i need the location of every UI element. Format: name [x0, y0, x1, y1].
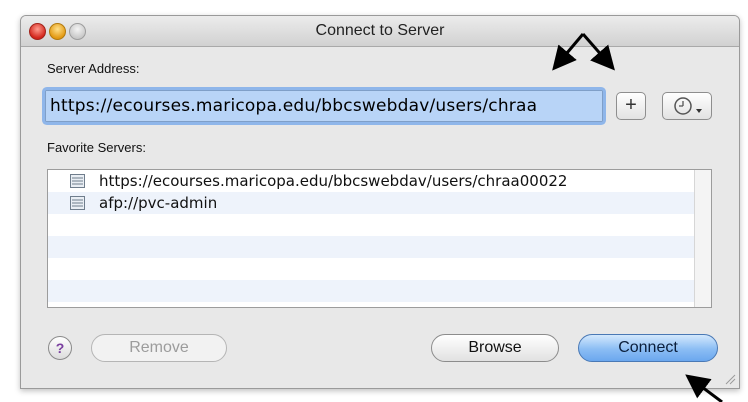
chevron-down-icon — [696, 109, 702, 113]
recent-servers-clock-icon — [674, 97, 702, 115]
scrollbar[interactable] — [694, 170, 711, 307]
add-label: + — [625, 94, 637, 116]
empty-row — [48, 214, 711, 236]
recent-servers-button[interactable] — [662, 92, 712, 120]
browse-button[interactable]: Browse — [431, 334, 559, 362]
resize-grip-icon[interactable] — [724, 373, 736, 385]
server-icon — [70, 196, 85, 210]
server-address-field[interactable] — [45, 90, 603, 122]
connect-to-server-window: Connect to Server Server Address: + Favo… — [20, 15, 740, 389]
help-button[interactable]: ? — [48, 336, 72, 360]
empty-row — [48, 280, 711, 302]
server-url: https://ecourses.maricopa.edu/bbcswebdav… — [99, 172, 568, 190]
add-favorite-button[interactable]: + — [616, 92, 646, 120]
server-address-label: Server Address: — [47, 61, 140, 76]
list-item[interactable]: afp://pvc-admin — [48, 192, 711, 214]
server-address-input[interactable] — [46, 91, 602, 121]
favorite-servers-list[interactable]: https://ecourses.maricopa.edu/bbcswebdav… — [47, 169, 712, 308]
connect-button[interactable]: Connect — [578, 334, 718, 362]
window-title: Connect to Server — [315, 22, 445, 39]
empty-row — [48, 236, 711, 258]
favorite-servers-label: Favorite Servers: — [47, 140, 146, 155]
list-item[interactable]: https://ecourses.maricopa.edu/bbcswebdav… — [48, 170, 711, 192]
help-icon: ? — [55, 340, 65, 356]
empty-row — [48, 258, 711, 280]
title-bar[interactable]: Connect to Server — [21, 16, 739, 47]
server-icon — [70, 174, 85, 188]
remove-button[interactable]: Remove — [91, 334, 227, 362]
server-url: afp://pvc-admin — [99, 194, 218, 212]
